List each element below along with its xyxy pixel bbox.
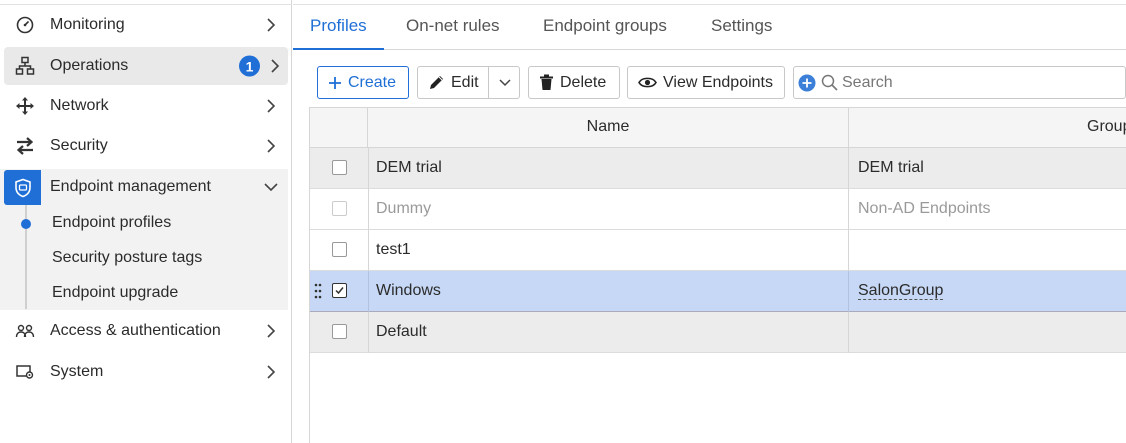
edit-button[interactable]: Edit [451, 74, 479, 92]
gauge-icon [14, 14, 36, 36]
sidebar-item-label: Endpoint management [50, 178, 211, 195]
profile-name: Windows [376, 282, 441, 299]
chevron-right-icon [267, 139, 276, 153]
split-divider [488, 67, 489, 98]
endpoint-management-group: Endpoint management Endpoint profiles Se… [0, 169, 288, 310]
tab-on-net-rules[interactable]: On-net rules [389, 5, 517, 50]
column-divider [848, 312, 849, 353]
column-divider [368, 271, 369, 312]
profile-name: Default [376, 323, 427, 340]
sidebar-subitem-endpoint-upgrade[interactable]: Endpoint upgrade [52, 284, 178, 302]
tab-settings[interactable]: Settings [694, 5, 789, 50]
profile-group-link[interactable]: SalonGroup [858, 271, 944, 312]
move-arrows-icon [14, 95, 36, 117]
system-gear-icon [14, 361, 36, 383]
column-divider [368, 230, 369, 271]
table-row[interactable]: Dummy Non-AD Endpoints [310, 189, 1126, 230]
search-icon [821, 74, 838, 91]
pencil-icon [428, 74, 445, 91]
chevron-right-icon [267, 18, 276, 32]
users-icon [14, 320, 36, 342]
profile-group: Non-AD Endpoints [858, 200, 991, 217]
edit-button-group: Edit [417, 66, 520, 99]
chevron-right-icon [271, 59, 280, 73]
search-input[interactable] [842, 73, 1102, 92]
sidebar-item-label: Access & authentication [50, 322, 221, 339]
trash-icon [539, 74, 554, 91]
sidebar-item-operations[interactable]: Operations 1 [4, 47, 288, 85]
sidebar-item-label: Network [50, 97, 109, 114]
sidebar-item-access-authentication[interactable]: Access & authentication [0, 312, 288, 350]
search-field [793, 66, 1126, 99]
add-filter-icon[interactable] [798, 74, 816, 92]
swap-arrows-icon [14, 135, 36, 157]
drag-handle-icon[interactable] [314, 282, 322, 300]
tab-profiles[interactable]: Profiles [293, 5, 384, 50]
tab-endpoint-groups[interactable]: Endpoint groups [526, 5, 684, 50]
sidebar-item-label: Security [50, 137, 108, 154]
profile-name: Dummy [376, 200, 432, 217]
sidebar-item-monitoring[interactable]: Monitoring [0, 6, 288, 44]
sidebar-subitem-endpoint-profiles[interactable]: Endpoint profiles [52, 214, 171, 232]
row-checkbox-checked[interactable] [332, 283, 347, 298]
plus-icon [328, 76, 342, 90]
row-checkbox[interactable] [332, 242, 347, 257]
column-header-group[interactable]: Group [849, 108, 1126, 148]
sidebar-subitem-security-posture-tags[interactable]: Security posture tags [52, 249, 202, 267]
view-endpoints-label: View Endpoints [663, 73, 773, 91]
profile-name: DEM trial [376, 159, 442, 176]
column-header-name[interactable]: Name [368, 108, 849, 148]
table-row[interactable]: test1 [310, 230, 1126, 271]
profile-group: SalonGroup [858, 282, 944, 300]
table-header: Name Group [310, 108, 1126, 148]
row-checkbox[interactable] [332, 160, 347, 175]
column-divider [368, 148, 369, 189]
chevron-down-icon [264, 183, 278, 192]
table-row[interactable]: Default [310, 312, 1126, 353]
toolbar: Create Edit Delete View Endpoints [293, 50, 1126, 108]
column-divider [848, 271, 849, 312]
sidebar-item-endpoint-management[interactable]: Endpoint management [0, 169, 288, 205]
table-row[interactable]: DEM trial DEM trial [310, 148, 1126, 189]
delete-button[interactable]: Delete [528, 66, 620, 99]
column-divider [368, 189, 369, 230]
sidebar-item-network[interactable]: Network [0, 87, 288, 125]
delete-button-label: Delete [560, 73, 607, 91]
sidebar: Monitoring Operations 1 Network Security… [0, 0, 292, 443]
notification-badge: 1 [239, 55, 260, 77]
profile-group: DEM trial [858, 159, 924, 176]
active-indicator-dot [21, 219, 31, 229]
sidebar-item-security[interactable]: Security [0, 127, 288, 165]
sidebar-item-label: Operations [50, 57, 129, 74]
sidebar-top-divider [0, 4, 292, 5]
create-button[interactable]: Create [317, 66, 409, 99]
network-nodes-icon [14, 55, 36, 77]
sidebar-item-label: System [50, 363, 104, 380]
profiles-table: Name Group DEM trial DEM trial Dummy Non… [309, 107, 1126, 443]
eye-icon [638, 76, 657, 89]
tab-bar: Profiles On-net rules Endpoint groups Se… [293, 4, 1126, 50]
sidebar-item-label: Monitoring [50, 16, 125, 33]
create-button-label: Create [348, 73, 397, 91]
select-column-header [310, 108, 368, 148]
column-divider [848, 148, 849, 189]
chevron-right-icon [267, 324, 276, 338]
table-row-selected[interactable]: Windows SalonGroup [310, 271, 1126, 312]
sidebar-item-system[interactable]: System [0, 353, 288, 391]
chevron-down-icon[interactable] [499, 78, 511, 88]
view-endpoints-button[interactable]: View Endpoints [627, 66, 785, 99]
chevron-right-icon [267, 99, 276, 113]
row-checkbox[interactable] [332, 324, 347, 339]
chevron-right-icon [267, 365, 276, 379]
row-checkbox [332, 201, 347, 216]
column-divider [368, 312, 369, 353]
check-icon [335, 287, 344, 295]
shield-icon [4, 170, 41, 205]
profile-name: test1 [376, 241, 411, 258]
column-divider [848, 230, 849, 271]
column-divider [848, 189, 849, 230]
